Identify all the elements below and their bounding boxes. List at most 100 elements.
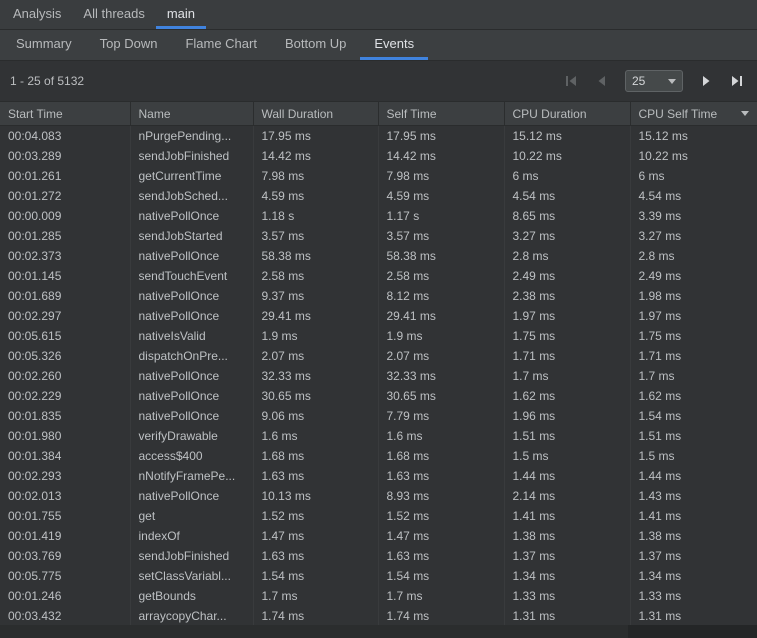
column-label: Name — [139, 107, 171, 121]
table-cell: 1.97 ms — [630, 306, 757, 326]
table-cell: 1.47 ms — [253, 526, 378, 546]
table-cell: 7.79 ms — [378, 406, 504, 426]
tab-main[interactable]: main — [156, 0, 206, 29]
horizontal-scrollbar[interactable] — [0, 625, 757, 638]
table-cell: 00:01.272 — [0, 186, 130, 206]
table-cell: 1.51 ms — [504, 426, 630, 446]
scrollbar-corner — [628, 625, 757, 638]
table-row[interactable]: 00:03.769sendJobFinished1.63 ms1.63 ms1.… — [0, 546, 757, 566]
column-label: CPU Self Time — [639, 107, 718, 121]
last-page-button[interactable] — [729, 73, 745, 89]
column-header-cpu-self-time[interactable]: CPU Self Time — [630, 102, 757, 126]
profiler-events-panel: Analysis All threads main Summary Top Do… — [0, 0, 757, 638]
table-cell: 1.68 ms — [378, 446, 504, 466]
table-row[interactable]: 00:02.297nativePollOnce29.41 ms29.41 ms1… — [0, 306, 757, 326]
table-row[interactable]: 00:03.289sendJobFinished14.42 ms14.42 ms… — [0, 146, 757, 166]
table-cell: 00:05.326 — [0, 346, 130, 366]
table-cell: 1.62 ms — [504, 386, 630, 406]
table-cell: 1.97 ms — [504, 306, 630, 326]
table-cell: 1.5 ms — [630, 446, 757, 466]
table-row[interactable]: 00:01.384access$4001.68 ms1.68 ms1.5 ms1… — [0, 446, 757, 466]
table-cell: 1.7 ms — [630, 366, 757, 386]
table-row[interactable]: 00:03.432arraycopyChar...1.74 ms1.74 ms1… — [0, 606, 757, 626]
table-cell: 1.47 ms — [378, 526, 504, 546]
table-cell: 00:01.246 — [0, 586, 130, 606]
table-row[interactable]: 00:00.009nativePollOnce1.18 s1.17 s8.65 … — [0, 206, 757, 226]
next-page-icon — [699, 74, 713, 88]
table-cell: 00:04.083 — [0, 126, 130, 147]
column-header-name[interactable]: Name — [130, 102, 253, 126]
table-row[interactable]: 00:01.285sendJobStarted3.57 ms3.57 ms3.2… — [0, 226, 757, 246]
page-size-dropdown[interactable]: 25 — [625, 70, 683, 92]
table-cell: 00:01.384 — [0, 446, 130, 466]
first-page-icon — [564, 74, 578, 88]
table-cell: 7.98 ms — [378, 166, 504, 186]
table-cell: 00:02.297 — [0, 306, 130, 326]
table-cell: 29.41 ms — [378, 306, 504, 326]
tab-all-threads-label: All threads — [83, 6, 144, 21]
column-header-self-time[interactable]: Self Time — [378, 102, 504, 126]
table-cell: 2.49 ms — [504, 266, 630, 286]
table-cell: nativeIsValid — [130, 326, 253, 346]
table-cell: 2.07 ms — [378, 346, 504, 366]
tab-analysis[interactable]: Analysis — [2, 0, 72, 29]
table-cell: nPurgePending... — [130, 126, 253, 147]
table-cell: 1.33 ms — [630, 586, 757, 606]
table-cell: 58.38 ms — [378, 246, 504, 266]
thread-tab-bar: Analysis All threads main — [0, 0, 757, 30]
table-row[interactable]: 00:05.615nativeIsValid1.9 ms1.9 ms1.75 m… — [0, 326, 757, 346]
table-cell: 2.14 ms — [504, 486, 630, 506]
table-row[interactable]: 00:01.145sendTouchEvent2.58 ms2.58 ms2.4… — [0, 266, 757, 286]
tab-summary[interactable]: Summary — [2, 30, 86, 60]
table-cell: 1.41 ms — [630, 506, 757, 526]
tab-bottom-up[interactable]: Bottom Up — [271, 30, 360, 60]
table-cell: 1.75 ms — [630, 326, 757, 346]
table-cell: 10.22 ms — [504, 146, 630, 166]
table-cell: 2.38 ms — [504, 286, 630, 306]
table-row[interactable]: 00:01.272sendJobSched...4.59 ms4.59 ms4.… — [0, 186, 757, 206]
table-row[interactable]: 00:01.835nativePollOnce9.06 ms7.79 ms1.9… — [0, 406, 757, 426]
table-row[interactable]: 00:01.980verifyDrawable1.6 ms1.6 ms1.51 … — [0, 426, 757, 446]
next-page-button[interactable] — [698, 73, 714, 89]
table-row[interactable]: 00:01.419indexOf1.47 ms1.47 ms1.38 ms1.3… — [0, 526, 757, 546]
table-cell: 3.57 ms — [253, 226, 378, 246]
table-row[interactable]: 00:02.013nativePollOnce10.13 ms8.93 ms2.… — [0, 486, 757, 506]
table-row[interactable]: 00:02.229nativePollOnce30.65 ms30.65 ms1… — [0, 386, 757, 406]
table-cell: 1.33 ms — [504, 586, 630, 606]
table-row[interactable]: 00:01.246getBounds1.7 ms1.7 ms1.33 ms1.3… — [0, 586, 757, 606]
column-header-start-time[interactable]: Start Time — [0, 102, 130, 126]
table-cell: 10.13 ms — [253, 486, 378, 506]
table-cell: 2.8 ms — [630, 246, 757, 266]
first-page-button[interactable] — [563, 73, 579, 89]
table-cell: 00:03.289 — [0, 146, 130, 166]
table-cell: 3.39 ms — [630, 206, 757, 226]
table-cell: sendTouchEvent — [130, 266, 253, 286]
column-label: Self Time — [387, 107, 437, 121]
table-row[interactable]: 00:01.689nativePollOnce9.37 ms8.12 ms2.3… — [0, 286, 757, 306]
table-row[interactable]: 00:04.083nPurgePending...17.95 ms17.95 m… — [0, 126, 757, 147]
table-row[interactable]: 00:02.293nNotifyFramePe...1.63 ms1.63 ms… — [0, 466, 757, 486]
table-row[interactable]: 00:02.373nativePollOnce58.38 ms58.38 ms2… — [0, 246, 757, 266]
table-header: Start Time Name Wall Duration Self Time … — [0, 102, 757, 126]
table-cell: nNotifyFramePe... — [130, 466, 253, 486]
previous-page-button[interactable] — [594, 73, 610, 89]
table-cell: 1.54 ms — [630, 406, 757, 426]
table-row[interactable]: 00:05.775setClassVariabl...1.54 ms1.54 m… — [0, 566, 757, 586]
table-row[interactable]: 00:05.326dispatchOnPre...2.07 ms2.07 ms1… — [0, 346, 757, 366]
tab-events[interactable]: Events — [360, 30, 428, 60]
column-header-cpu-duration[interactable]: CPU Duration — [504, 102, 630, 126]
table-cell: nativePollOnce — [130, 306, 253, 326]
table-cell: 1.34 ms — [504, 566, 630, 586]
table-cell: 00:00.009 — [0, 206, 130, 226]
table-row[interactable]: 00:01.755get1.52 ms1.52 ms1.41 ms1.41 ms — [0, 506, 757, 526]
table-cell: 4.59 ms — [253, 186, 378, 206]
table-cell: nativePollOnce — [130, 406, 253, 426]
table-cell: 6 ms — [630, 166, 757, 186]
tab-all-threads[interactable]: All threads — [72, 0, 155, 29]
table-row[interactable]: 00:02.260nativePollOnce32.33 ms32.33 ms1… — [0, 366, 757, 386]
table-cell: 3.27 ms — [630, 226, 757, 246]
column-header-wall-duration[interactable]: Wall Duration — [253, 102, 378, 126]
table-row[interactable]: 00:01.261getCurrentTime7.98 ms7.98 ms6 m… — [0, 166, 757, 186]
tab-top-down[interactable]: Top Down — [86, 30, 172, 60]
tab-flame-chart[interactable]: Flame Chart — [171, 30, 271, 60]
